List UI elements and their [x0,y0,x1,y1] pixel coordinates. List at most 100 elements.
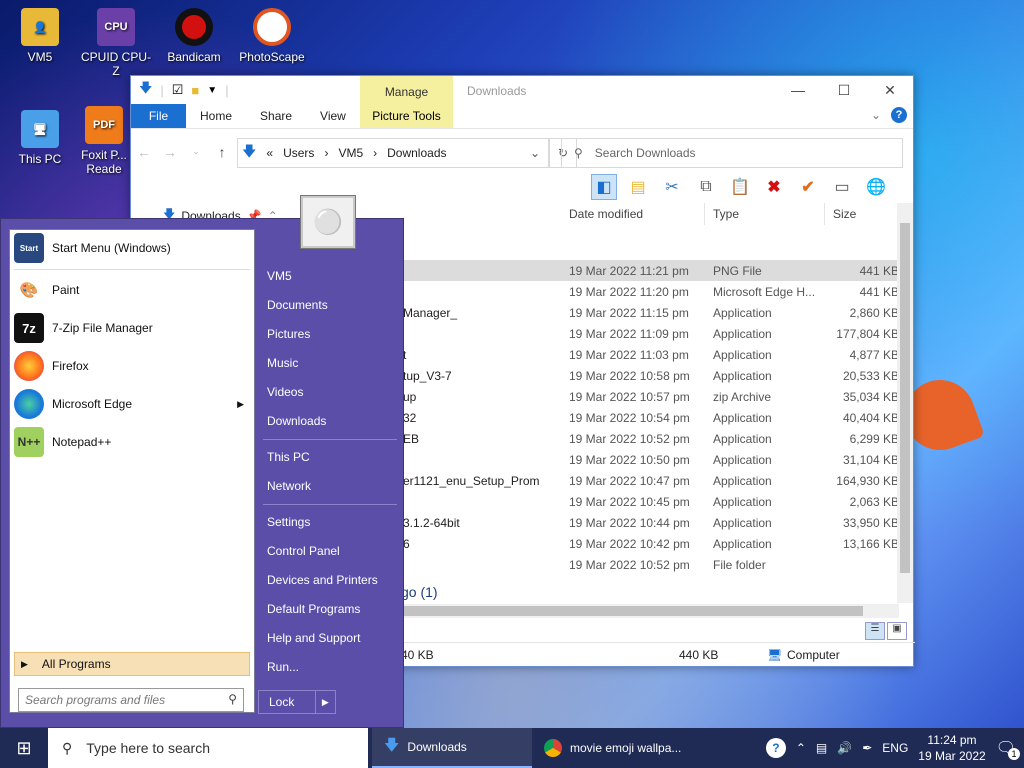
desktop-icon-label: CPUID CPU-Z [80,50,151,78]
breadcrumb-users[interactable]: Users [283,146,314,160]
lock-options-arrow-icon[interactable]: ▶ [316,697,335,708]
start-item-start-menu-windows[interactable]: Start Start Menu (Windows) [14,232,250,264]
start-place-this-pc[interactable]: This PC [267,450,310,464]
checkmark-icon[interactable]: ✔ [795,174,821,200]
column-type[interactable]: Type [705,203,825,225]
lock-button[interactable]: Lock ▶ [258,690,336,714]
help-icon[interactable]: ? [765,738,786,758]
start-search-input[interactable]: Search programs and files ⚲ [18,688,244,712]
start-place-music[interactable]: Music [267,356,298,370]
cut-icon[interactable]: ✂ [659,174,685,200]
taskbar-app-chrome[interactable]: movie emoji wallpa... [532,728,722,768]
views-icon[interactable]: ▤ [625,174,651,200]
rename-icon[interactable]: ▭ [829,174,855,200]
search-placeholder: Search Downloads [594,146,696,160]
all-programs-button[interactable]: ▶ All Programs [14,652,250,676]
language-indicator[interactable]: ENG [882,741,908,755]
search-input[interactable]: ⚲ Search Downloads [561,138,903,168]
file-size: 40,404 KB [842,410,899,425]
file-date: 19 Mar 2022 11:20 pm [569,284,689,299]
address-bar[interactable]: 🡇 « Users › VM5 › Downloads ⌄ [237,138,549,168]
tab-file[interactable]: File [131,104,186,128]
volume-icon[interactable]: 🔊 [837,741,852,755]
large-icons-view-icon[interactable]: ▣ [887,622,907,640]
column-size[interactable]: Size [825,203,899,225]
pen-icon[interactable]: ✒ [862,741,872,755]
start-item-label: 7-Zip File Manager [52,321,153,335]
minimize-button[interactable]: — [775,76,821,104]
paste-icon[interactable]: 📋 [727,174,753,200]
tab-view[interactable]: View [306,104,360,128]
horizontal-scrollbar[interactable] [401,604,899,618]
preview-pane-icon[interactable]: ◧ [591,174,617,200]
desktop-icon-this-pc[interactable]: 🖥 This PC [2,110,78,166]
breadcrumb-vm5[interactable]: VM5 [338,146,363,160]
separator [263,439,397,440]
start-item-7zip[interactable]: 7z 7-Zip File Manager [14,312,250,344]
tab-picture-tools[interactable]: Picture Tools [360,104,453,128]
start-place-help-support[interactable]: Help and Support [267,631,360,645]
up-arrow-icon[interactable]: ↑ [209,144,235,160]
taskbar-search-input[interactable]: ⚲ Type here to search [48,728,368,768]
vertical-scrollbar[interactable] [897,203,913,603]
maximize-button[interactable]: ☐ [821,76,867,104]
desktop-icon-bandicam[interactable]: Bandicam [156,8,232,64]
desktop-icon-label: VM5 [27,50,53,64]
back-arrow-icon[interactable]: ← [131,144,157,160]
notification-icon[interactable]: 🗨 1 [996,738,1020,760]
start-place-control-panel[interactable]: Control Panel [267,544,340,558]
desktop-icon-photoscape[interactable]: PhotoScape [234,8,310,64]
column-date-modified[interactable]: Date modified [561,203,705,225]
details-view-icon[interactable]: ☰ [865,622,885,640]
qat-dropdown-icon[interactable]: ▼ [207,85,217,96]
start-place-documents[interactable]: Documents [267,298,328,312]
new-folder-icon[interactable]: ■ [191,83,199,98]
desktop-icon-cpuz[interactable]: CPU CPUID CPU-Z [78,8,154,78]
bandicam-icon [175,8,213,46]
title-bar[interactable]: 🡇 | ☑ ■ ▼ | Manage Downloads — ☐ ✕ [131,76,913,128]
start-button[interactable]: ⊞ [0,728,48,768]
help-icon[interactable]: ? [891,107,907,123]
copy-icon[interactable]: ⧉ [693,174,719,200]
close-button[interactable]: ✕ [867,76,913,104]
breadcrumb-overflow[interactable]: « [266,146,273,160]
group-header[interactable]: go (1) [401,584,438,600]
delete-icon[interactable]: ✖ [761,174,787,200]
submenu-arrow-icon[interactable]: ▶ [237,399,244,410]
paint-icon: 🎨 [19,282,39,299]
start-item-paint[interactable]: 🎨 Paint [14,274,250,306]
recent-locations-icon[interactable]: ⌄ [183,146,209,157]
breadcrumb-downloads[interactable]: Downloads [387,146,446,160]
tab-share[interactable]: Share [246,104,306,128]
start-place-network[interactable]: Network [267,479,311,493]
start-place-default-programs[interactable]: Default Programs [267,602,360,616]
clock[interactable]: 11:24 pm 19 Mar 2022 [918,732,985,764]
file-date: 19 Mar 2022 10:52 pm [569,431,690,446]
tab-home[interactable]: Home [186,104,246,128]
address-dropdown-icon[interactable]: ⌄ [530,146,540,160]
start-item-firefox[interactable]: Firefox [14,350,250,382]
scrollbar-thumb[interactable] [401,606,863,616]
desktop-icon-vm5[interactable]: 👤 VM5 [2,8,78,64]
expand-ribbon-icon[interactable]: ⌄ [871,108,881,122]
file-date: 19 Mar 2022 11:09 pm [569,326,689,341]
start-place-devices-printers[interactable]: Devices and Printers [267,573,378,587]
network-icon[interactable]: ▤ [816,741,827,755]
chevron-up-icon[interactable]: ⌃ [796,741,806,755]
scrollbar-thumb[interactable] [900,223,910,573]
start-item-notepadpp[interactable]: N++ Notepad++ [14,426,250,458]
start-item-microsoft-edge[interactable]: Microsoft Edge ▶ [14,388,250,420]
start-menu: Start Start Menu (Windows) 🎨 Paint 7z 7-… [0,218,404,728]
desktop-icon-foxit[interactable]: PDF Foxit P... Reade [74,106,134,176]
start-place-downloads[interactable]: Downloads [267,414,326,428]
start-place-videos[interactable]: Videos [267,385,303,399]
start-place-settings[interactable]: Settings [267,515,310,529]
forward-arrow-icon[interactable]: → [157,144,183,160]
user-avatar[interactable]: ⚪ [301,196,355,248]
taskbar-app-downloads[interactable]: 🡇 Downloads [372,728,532,768]
globe-icon[interactable]: 🌐 [863,174,889,200]
start-place-vm5[interactable]: VM5 [267,269,292,283]
properties-icon[interactable]: ☑ [172,82,184,98]
start-place-pictures[interactable]: Pictures [267,327,310,341]
start-place-run[interactable]: Run... [267,660,299,674]
